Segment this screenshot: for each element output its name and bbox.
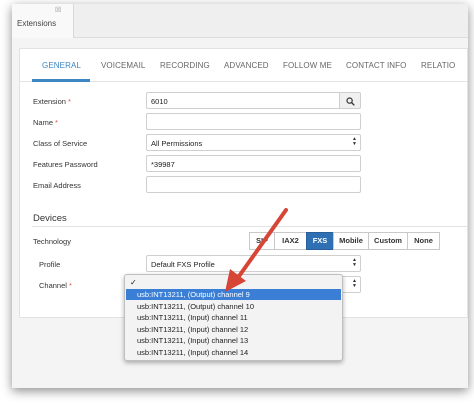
tab-relations[interactable]: RELATIO: [421, 61, 455, 70]
search-icon: [346, 97, 355, 106]
technology-sip-button[interactable]: SIP: [249, 232, 275, 250]
window-tab-label: Extensions: [17, 19, 57, 28]
technology-mobile-button[interactable]: Mobile: [333, 232, 369, 250]
search-button[interactable]: [339, 92, 361, 109]
features-password-value: *39987: [151, 160, 175, 169]
chevron-up-down-icon: ▲ ▼: [352, 257, 357, 268]
channel-option[interactable]: usb:INT13211, (Input) channel 13: [126, 335, 341, 346]
class-of-service-value: All Permissions: [151, 139, 203, 148]
check-icon: ✓: [130, 278, 137, 287]
section-tabs: GENERAL VOICEMAIL RECORDING ADVANCED FOL…: [20, 49, 468, 82]
technology-fxs-button[interactable]: FXS: [306, 232, 334, 250]
tab-voicemail[interactable]: VOICEMAIL: [101, 61, 145, 70]
chevron-up-down-icon: ▲ ▼: [352, 278, 357, 289]
technology-iax2-button[interactable]: IAX2: [274, 232, 307, 250]
tab-contact-info[interactable]: CONTACT INFO: [346, 61, 406, 70]
class-of-service-select[interactable]: All Permissions ▲ ▼: [146, 134, 361, 151]
email-address-field[interactable]: [146, 176, 361, 193]
features-password-field[interactable]: *39987: [146, 155, 361, 172]
close-icon[interactable]: ☒: [55, 6, 61, 14]
features-password-label: Features Password: [33, 160, 98, 169]
extension-field[interactable]: 6010: [146, 92, 361, 109]
active-tab-indicator: [32, 79, 90, 82]
name-field[interactable]: [146, 113, 361, 130]
window-tab-extensions[interactable]: Extensions ☒: [12, 4, 74, 38]
profile-select[interactable]: Default FXS Profile ▲ ▼: [146, 255, 361, 272]
extension-label: Extension *: [33, 97, 71, 106]
channel-option[interactable]: usb:INT13211, (Output) channel 10: [126, 301, 341, 312]
tab-advanced[interactable]: ADVANCED: [224, 61, 269, 70]
channel-option[interactable]: usb:INT13211, (Input) channel 11: [126, 312, 341, 323]
profile-label: Profile: [39, 260, 61, 269]
class-of-service-label: Class of Service: [33, 139, 88, 148]
tab-general[interactable]: GENERAL: [42, 61, 81, 70]
devices-section-title: Devices: [33, 213, 67, 224]
technology-label: Technology: [33, 237, 71, 246]
technology-custom-button[interactable]: Custom: [368, 232, 408, 250]
email-address-label: Email Address: [33, 181, 81, 190]
section-divider: [32, 226, 468, 227]
channel-option[interactable]: usb:INT13211, (Output) channel 9: [126, 289, 341, 300]
technology-none-button[interactable]: None: [407, 232, 440, 250]
extension-value: 6010: [151, 97, 168, 106]
channel-label: Channel *: [39, 281, 72, 290]
tab-follow-me[interactable]: FOLLOW ME: [283, 61, 332, 70]
chevron-up-down-icon: ▲ ▼: [352, 136, 357, 147]
channel-option[interactable]: usb:INT13211, (Input) channel 12: [126, 324, 341, 335]
channel-option[interactable]: usb:INT13211, (Input) channel 14: [126, 347, 341, 358]
name-label: Name *: [33, 118, 58, 127]
channel-dropdown-list: ✓ usb:INT13211, (Output) channel 9 usb:I…: [124, 274, 343, 361]
profile-value: Default FXS Profile: [151, 260, 215, 269]
window-tabstrip: Extensions ☒: [12, 4, 468, 38]
tab-recording[interactable]: RECORDING: [160, 61, 210, 70]
